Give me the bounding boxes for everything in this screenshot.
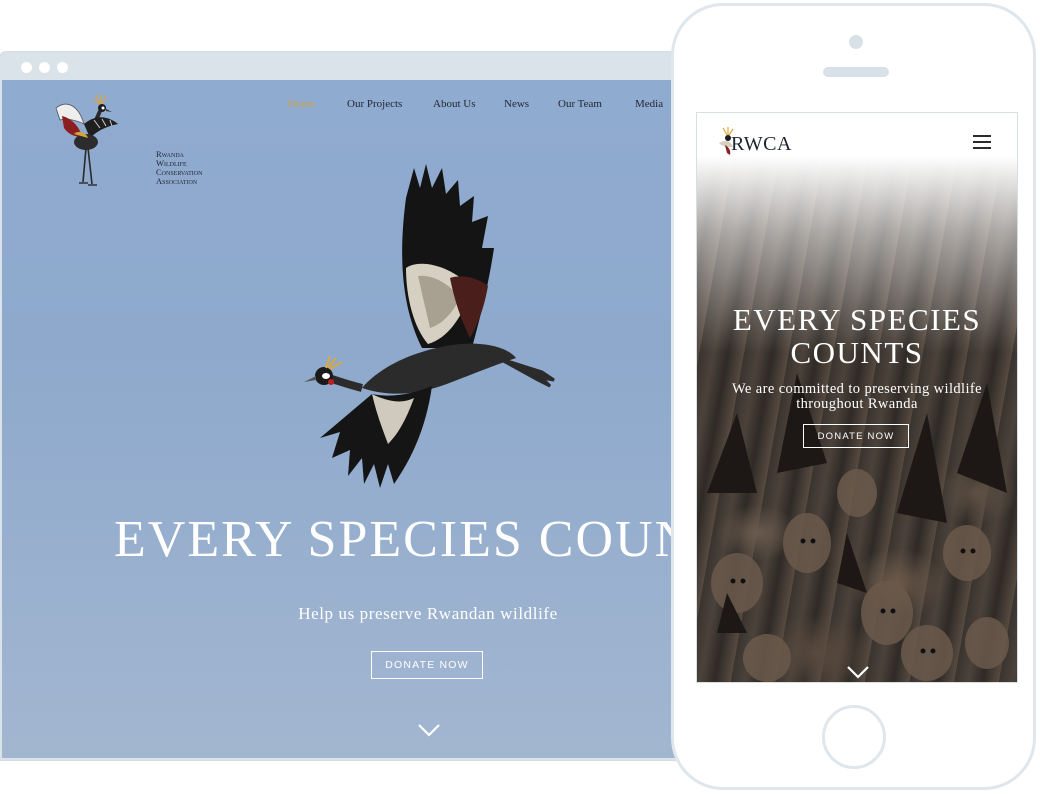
nav-item-our-team[interactable]: Our Team (558, 98, 602, 110)
flying-crowned-crane-image (304, 164, 555, 488)
mobile-site: RWCA EVERY SPECIES COUNTS We are committ… (696, 112, 1018, 683)
chevron-down-icon[interactable] (846, 665, 870, 679)
nav-item-home[interactable]: Home (288, 98, 315, 110)
chevron-down-icon[interactable] (417, 723, 441, 737)
nav-item-media[interactable]: Media (635, 98, 663, 110)
phone-mockup: RWCA EVERY SPECIES COUNTS We are committ… (671, 3, 1036, 790)
nav-item-about-us[interactable]: About Us (433, 98, 475, 110)
home-button[interactable] (822, 705, 886, 769)
mobile-brand[interactable]: RWCA (731, 133, 792, 156)
logo-wordmark: Rwanda Wildlife Conservation Association (156, 150, 202, 186)
hero-subtitle: Help us preserve Rwandan wildlife (298, 604, 558, 623)
hero-title: EVERY SPECIES COUNTS (114, 511, 698, 568)
mobile-hero-subtitle: We are committed to preserving wildlife … (732, 381, 982, 412)
site-logo[interactable]: Rwanda Wildlife Conservation Association (48, 90, 202, 200)
mobile-donate-button[interactable]: DONATE NOW (803, 424, 909, 448)
crowned-crane-logo-icon (55, 94, 118, 186)
nav-item-our-projects[interactable]: Our Projects (347, 98, 402, 110)
browser-titlebar (0, 52, 700, 80)
donate-button[interactable]: DONATE NOW (371, 651, 483, 679)
window-dot-icon (39, 62, 50, 73)
nav-item-news[interactable]: News (504, 98, 529, 110)
camera-icon (849, 35, 863, 49)
window-dot-icon (21, 62, 32, 73)
mobile-hero-title: EVERY SPECIES COUNTS (732, 302, 982, 370)
hamburger-menu-icon[interactable] (973, 135, 991, 149)
desktop-site: Rwanda Wildlife Conservation Association… (2, 80, 698, 758)
speaker-grill (823, 67, 889, 77)
window-dot-icon (57, 62, 68, 73)
logo-line: Association (156, 176, 198, 186)
desktop-browser-mockup: Rwanda Wildlife Conservation Association… (0, 52, 700, 760)
